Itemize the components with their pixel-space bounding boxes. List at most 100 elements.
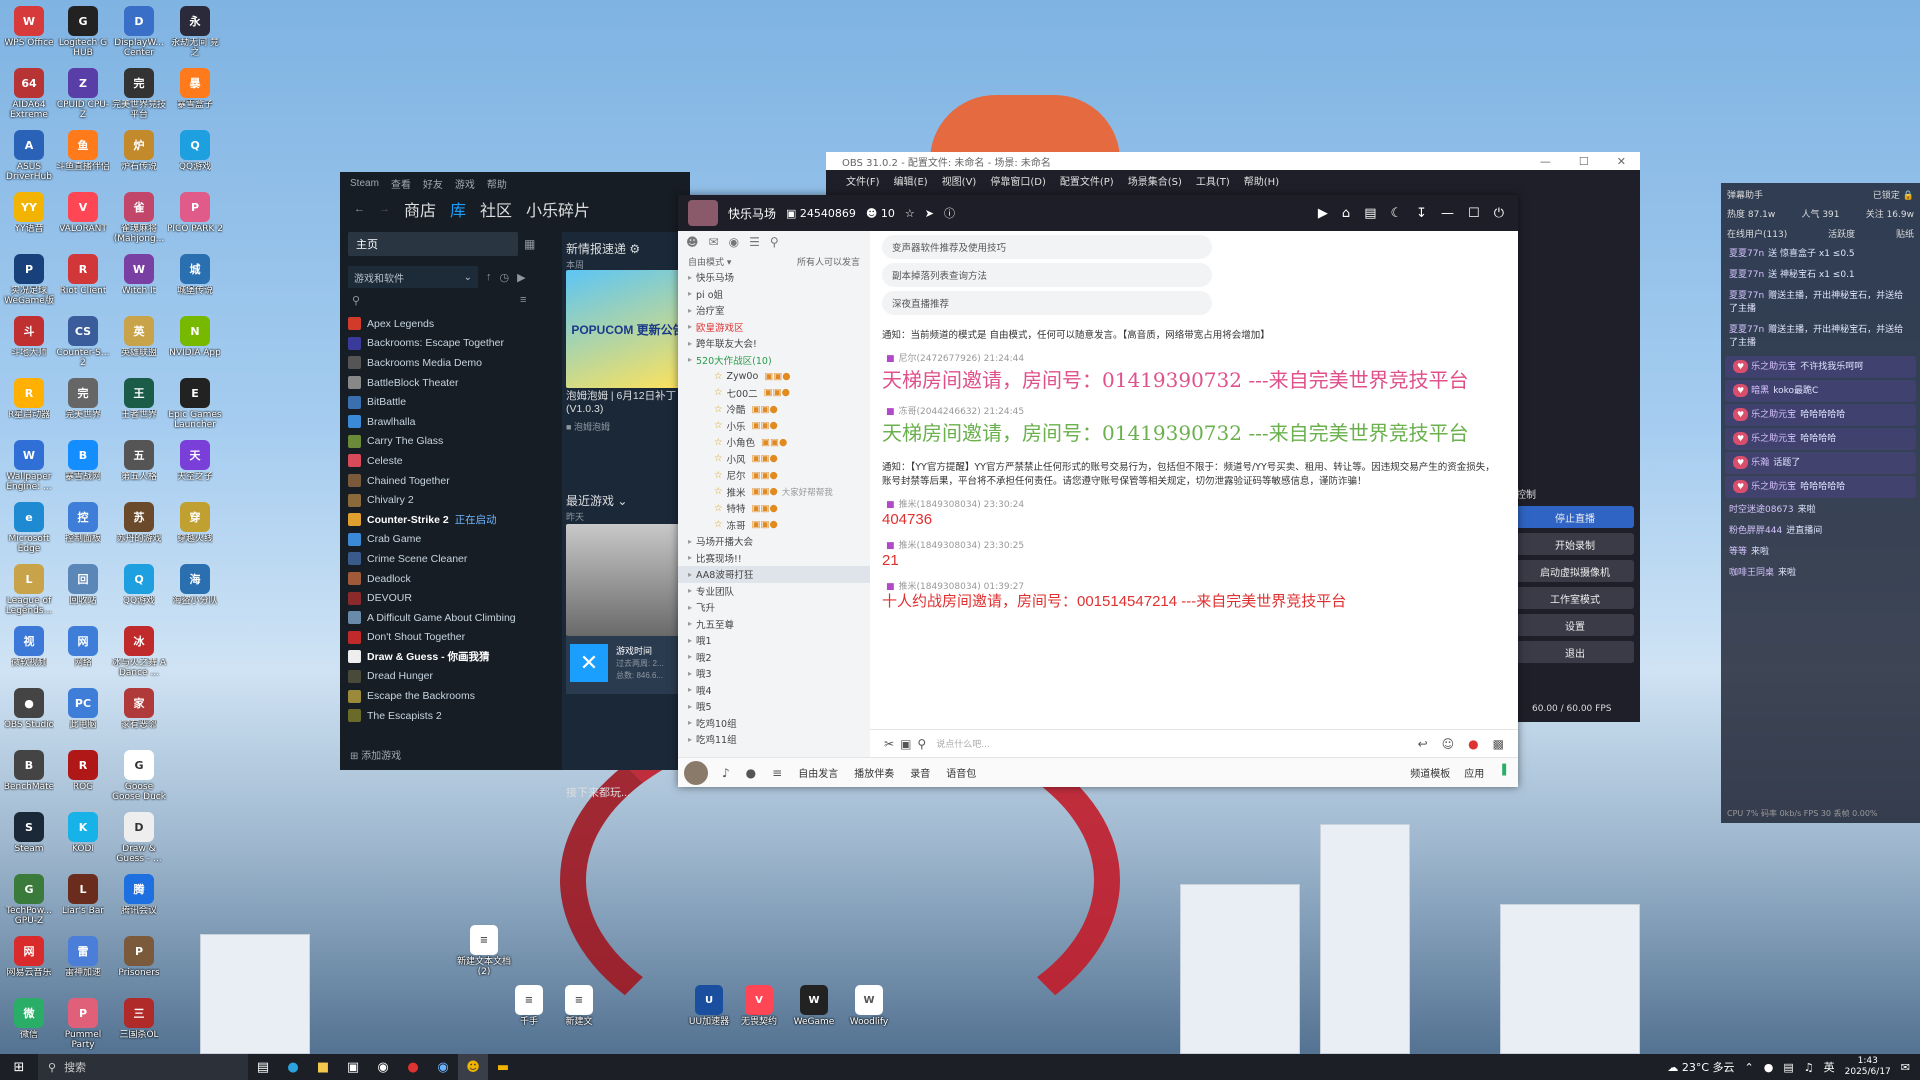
desktop-icon[interactable]: 永永劫无间 竞 之 [166,4,224,66]
desktop-icon[interactable]: B BenchMate [0,748,58,810]
desktop-icon[interactable]: A ASUS DriverHub [0,128,58,190]
library-game-item[interactable]: Brawlhalla [348,412,538,432]
location-icon[interactable]: ◉ [729,235,739,249]
filter-icon[interactable]: ≡ [520,294,526,306]
store-icon[interactable]: ▣ [338,1054,368,1080]
channel-item[interactable]: ▸ 比赛现场!! [678,550,870,567]
desktop-icon[interactable]: Z CPUID CPU-Z [54,66,112,128]
desktop-icon[interactable]: e Microsoft Edge [0,500,58,562]
message-text[interactable]: 21 [870,551,1518,571]
desktop-icon[interactable]: S Steam [0,810,58,872]
library-game-item[interactable]: Don't Shout Together [348,628,538,648]
add-game-button[interactable]: ⊞ 添加游戏 [350,747,401,762]
steam-menu-item[interactable]: 好友 [423,176,443,191]
desktop-icon[interactable]: 鱼斗鱼直播伴侣 [54,128,112,190]
obs-control-button[interactable]: 退出 [1516,641,1634,663]
library-game-item[interactable]: Backrooms: Escape Together [348,334,538,354]
speaker-icon[interactable]: ♪ [722,766,730,780]
steam-window[interactable]: Steam 查看 好友 游戏 帮助 ← → 商店库社区 小乐碎片 主页 ▦ 游戏和软件 ⌄ … [340,172,690,799]
yy-voice-window[interactable]: 快乐马场 ▣ 24540869 ☻ 10 ☆ ➤ ⓘ ▶ ⌂ ▤ ☾ ↧ — ☐… [678,195,1518,787]
steam-menu-item[interactable]: Steam [350,178,379,189]
library-game-item[interactable]: Celeste [348,451,538,471]
obs-menu-item[interactable]: 停靠窗口(D) [990,173,1046,188]
channel-item[interactable]: ▸ 专业团队 [678,583,870,600]
mic-icon[interactable]: ● [1764,1061,1774,1074]
edge-icon[interactable]: ● [278,1054,308,1080]
steam-nav-tab[interactable]: 小乐碎片 [526,197,590,221]
desktop-icon[interactable]: R ROG [54,748,112,810]
desktop-icon[interactable]: N NVIDIA App [166,314,224,376]
desktop-icon[interactable]: D DisplayW... Center [110,4,168,66]
danmu-tab[interactable]: 贴纸 [1896,227,1914,240]
maximize-icon[interactable]: ☐ [1468,206,1480,221]
grid-view-icon[interactable]: ▦ [524,237,535,251]
task-view-icon[interactable]: ▤ [248,1054,278,1080]
library-game-item[interactable]: Apex Legends [348,314,538,334]
channel-item[interactable]: ▸ 哦5 [678,698,870,715]
channel-member[interactable]: ☆ 七00二 ▣▣● [678,385,870,402]
desktop-icon[interactable]: 五第五人格 [110,438,168,500]
chat-icon[interactable]: ✉ [709,235,719,249]
mode-dropdown[interactable]: 自由模式 ▾ [688,255,731,268]
desktop-icon[interactable]: 城城堡传说 [166,252,224,314]
desktop-icon[interactable]: E Epic Games Launcher [166,376,224,438]
library-game-item[interactable]: Crime Scene Cleaner [348,549,538,569]
desktop-icon[interactable]: 64 AIDA64 Extreme [0,66,58,128]
library-game-item[interactable]: Crab Game [348,530,538,550]
info-icon[interactable]: ⓘ [944,205,955,221]
steam-home-button[interactable]: 主页 [348,232,518,256]
search-icon[interactable]: ⚲ [352,294,360,307]
danmu-assistant-panel[interactable]: 弹幕助手 已锁定 🔒 热度 87.1w 人气 391 关注 16.9w 在线用户(1… [1721,183,1920,823]
channel-item[interactable]: ▸ 520大作战区(10) [678,352,870,369]
power-icon[interactable]: ⏻ [1494,206,1504,221]
desktop-icon[interactable]: YY YY语音 [0,190,58,252]
desktop-icon[interactable]: 雷雷神加速 [54,934,112,996]
bottom-toolbar-item[interactable]: 自由发言 [798,765,838,780]
desktop-icon[interactable]: 穿穿越火线 [166,500,224,562]
channel-member[interactable]: ☆ 小乐 ▣▣● [678,418,870,435]
emoji-icon[interactable]: ☺ [1442,737,1455,751]
image-icon[interactable]: ▣ [900,737,911,751]
library-game-item[interactable]: A Difficult Game About Climbing [348,608,538,628]
desktop-icon[interactable]: 天天空之子 [166,438,224,500]
channel-member[interactable]: ☆ 冷酷 ▣▣● [678,401,870,418]
start-icon[interactable]: ⊞ [4,1054,34,1080]
steam-menu-item[interactable]: 帮助 [487,176,507,191]
desktop-icon[interactable]: 苏苏丹的游戏 [110,500,168,562]
obs-control-button[interactable]: 开始录制 [1516,533,1634,555]
undo-icon[interactable]: ↩ [1418,737,1428,751]
desktop-icon[interactable]: Q QQ游戏 [166,128,224,190]
message-text[interactable]: 404736 [870,510,1518,530]
desktop-icon[interactable]: ≡ 新建文本文档 (2) [455,925,513,977]
forward-arrow-icon[interactable]: → [379,203,390,215]
chat-input[interactable]: 说点什么吧... [936,737,990,750]
steam-taskbar-icon[interactable]: ◉ [428,1054,458,1080]
maximize-icon[interactable]: ☐ [1579,155,1589,168]
channel-item[interactable]: ▸ 哦1 [678,632,870,649]
desktop-icon[interactable]: P Pummel Party [54,996,112,1058]
channel-item[interactable]: ▸ 吃鸡10组 [678,715,870,732]
home-icon[interactable]: ⌂ [1342,206,1350,221]
channel-member[interactable]: ☆ 尼尔 ▣▣● [678,467,870,484]
app-taskbar-icon[interactable]: ▬ [488,1054,518,1080]
list-icon[interactable]: ☰ [749,235,760,249]
desktop-icon[interactable]: 控控制面板 [54,500,112,562]
bottom-toolbar-item[interactable]: 播放伴奏 [854,765,894,780]
minimize-icon[interactable]: — [1441,206,1454,221]
channel-item[interactable]: ▸ AA8波哥打狂 [678,566,870,583]
network-icon[interactable]: ▤ [1783,1061,1793,1074]
desktop-icon[interactable]: G Goose Goose Duck [110,748,168,810]
steam-nav-tab[interactable]: 社区 [480,197,512,221]
avatar[interactable] [684,761,708,785]
close-icon[interactable]: ✕ [1617,155,1626,168]
avatar[interactable] [688,200,718,226]
desktop-icon[interactable]: V VALORANT [54,190,112,252]
desktop-icon[interactable]: 海海盗小分队 [166,562,224,624]
taskbar-search[interactable]: ⚲ 搜索 [38,1054,248,1080]
steam-menu-item[interactable]: 查看 [391,176,411,191]
download-icon[interactable]: ↧ [1416,206,1427,221]
quick-link-pill[interactable]: 变声器软件推荐及使用技巧 [882,235,1212,259]
channel-item[interactable]: ▸ 飞升 [678,599,870,616]
desktop-icon[interactable]: 腾腾讯会议 [110,872,168,934]
desktop-icon[interactable]: 视微软视频 [0,624,58,686]
